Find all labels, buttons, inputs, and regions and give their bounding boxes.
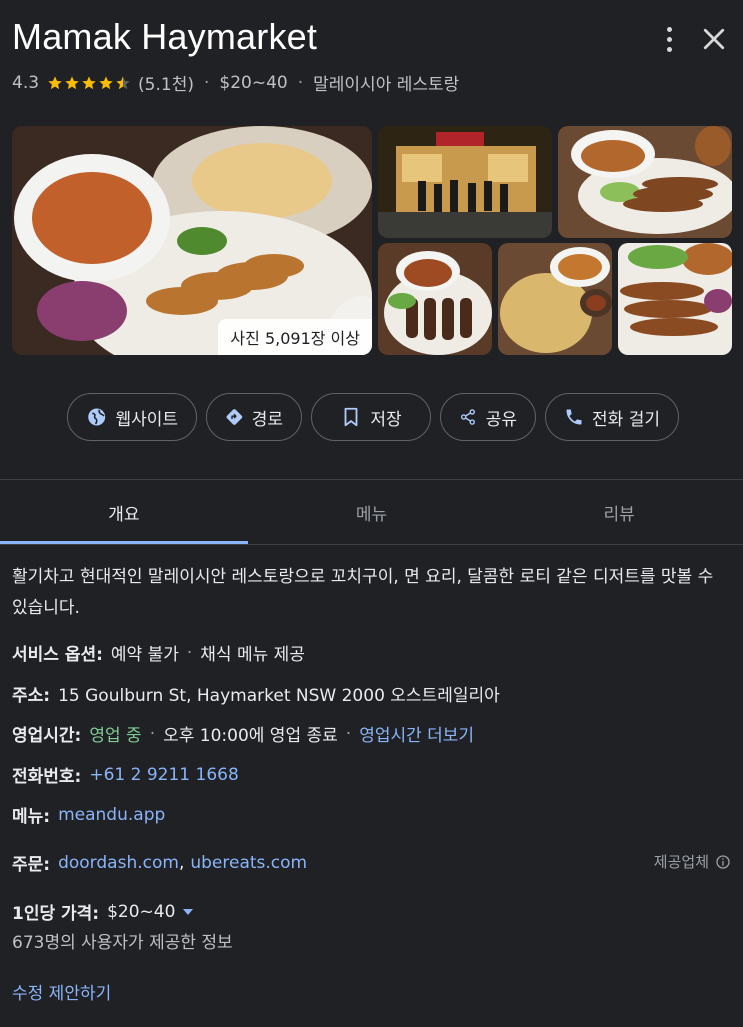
address-label: 주소:	[12, 686, 51, 706]
price-range: $20~40	[219, 72, 288, 93]
action-bar: 웹사이트 경로 저장 공유 전화 걸기	[67, 393, 679, 441]
separator: ·	[204, 72, 210, 93]
closing-time: 오후 10:00에 영업 종료	[163, 726, 338, 746]
separator: ·	[297, 72, 304, 93]
directions-button[interactable]: 경로	[206, 393, 302, 441]
call-button[interactable]: 전화 걸기	[545, 393, 679, 441]
tab-overview[interactable]: 개요	[0, 480, 248, 544]
star-icon	[99, 75, 113, 89]
info-icon	[716, 854, 730, 869]
save-label: 저장	[370, 409, 402, 430]
menu-link[interactable]: meandu.app	[58, 805, 165, 825]
star-icon	[48, 75, 62, 89]
provider-info[interactable]: 제공업체	[654, 851, 731, 872]
call-label: 전화 걸기	[592, 409, 660, 430]
photo-satay-closeup[interactable]	[618, 243, 732, 355]
save-button[interactable]: 저장	[311, 393, 431, 441]
more-vert-icon[interactable]	[657, 24, 681, 54]
ubereats-link[interactable]: ubereats.com	[190, 853, 307, 873]
website-button[interactable]: 웹사이트	[67, 393, 197, 441]
photo-satay-plate[interactable]	[558, 126, 732, 238]
share-icon	[460, 409, 475, 425]
phone-row: 전화번호: +61 2 9211 1668	[12, 762, 239, 788]
category: 말레이시아 레스토랑	[313, 75, 460, 95]
star-icon	[82, 75, 96, 89]
open-status: 영업 중	[89, 726, 142, 746]
rating-value: 4.3	[12, 72, 40, 93]
price-per-person-label: 1인당 가격:	[12, 904, 100, 924]
order-row: 주문: doordash.com , ubereats.com	[12, 850, 307, 876]
tab-bar: 개요 메뉴 리뷰	[0, 480, 743, 544]
place-description: 활기차고 현대적인 말레이시안 레스토랑으로 꼬치구이, 면 요리, 달콤한 로…	[12, 567, 714, 618]
phone-label: 전화번호:	[12, 767, 82, 787]
rating-row: 4.3 (5.1천) · $20~40 · 말레이시아 레스토랑	[12, 70, 460, 96]
hours-label: 영업시간:	[12, 726, 82, 746]
suggest-edit-link[interactable]: 수정 제안하기	[12, 979, 111, 1004]
photo-main[interactable]: 사진 5,091장 이상	[12, 126, 372, 355]
menu-label: 메뉴:	[12, 807, 51, 827]
website-label: 웹사이트	[115, 409, 178, 430]
star-icon	[65, 75, 79, 89]
chevron-down-icon[interactable]	[183, 908, 194, 915]
bookmark-icon	[344, 407, 358, 427]
separator: ·	[149, 723, 156, 744]
price-per-person-row: 1인당 가격: $20~40	[12, 899, 194, 924]
place-title: Mamak Haymarket	[12, 16, 318, 57]
service-options-row: 서비스 옵션: 예약 불가 · 채식 메뉴 제공	[12, 640, 305, 666]
tab-menu[interactable]: 메뉴	[248, 480, 496, 544]
rating-stars	[47, 75, 132, 91]
service-option: 채식 메뉴 제공	[200, 645, 305, 665]
comma: ,	[178, 852, 185, 873]
photo-gallery: 사진 5,091장 이상	[12, 126, 732, 355]
order-label: 주문:	[12, 855, 51, 875]
photo-roti[interactable]	[498, 243, 612, 355]
share-label: 공유	[485, 409, 517, 430]
directions-label: 경로	[251, 409, 283, 430]
header-actions	[657, 24, 729, 54]
phone-link[interactable]: +61 2 9211 1668	[89, 765, 238, 785]
photo-beef-satay[interactable]	[378, 243, 492, 355]
review-count[interactable]: (5.1천)	[138, 70, 194, 95]
service-options-label: 서비스 옵션:	[12, 645, 103, 665]
menu-row: 메뉴: meandu.app	[12, 802, 165, 828]
separator: ·	[186, 642, 193, 663]
close-icon[interactable]	[699, 24, 729, 54]
more-hours-link[interactable]: 영업시간 더보기	[359, 721, 474, 746]
phone-icon	[566, 409, 582, 425]
address-row: 주소: 15 Goulburn St, Haymarket NSW 2000 오…	[12, 681, 500, 706]
address-value[interactable]: 15 Goulburn St, Haymarket NSW 2000 오스트레일…	[58, 681, 500, 706]
share-button[interactable]: 공유	[440, 393, 536, 441]
photo-storefront[interactable]	[378, 126, 552, 238]
globe-icon	[88, 408, 106, 426]
price-source: 673명의 사용자가 제공한 정보	[12, 933, 233, 953]
service-option: 예약 불가	[110, 645, 179, 665]
star-half-icon	[116, 75, 130, 89]
separator: ·	[345, 723, 352, 744]
divider	[0, 544, 743, 545]
doordash-link[interactable]: doordash.com	[58, 853, 179, 873]
price-per-person-value: $20~40	[107, 901, 176, 922]
photo-count-badge[interactable]: 사진 5,091장 이상	[218, 319, 372, 355]
provider-label: 제공업체	[653, 853, 709, 871]
hours-row: 영업시간: 영업 중 · 오후 10:00에 영업 종료 · 영업시간 더보기	[12, 721, 474, 747]
tab-reviews[interactable]: 리뷰	[495, 480, 743, 544]
directions-icon	[226, 409, 243, 425]
